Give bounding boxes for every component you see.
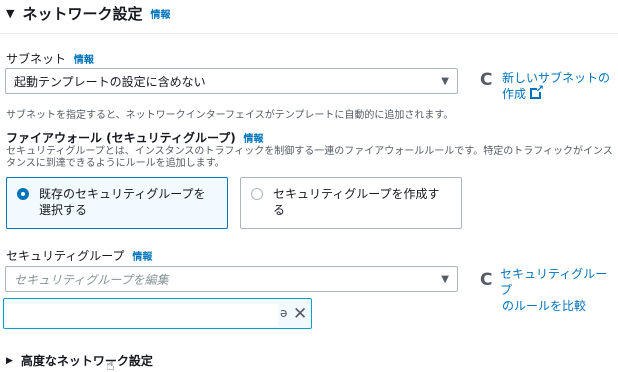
security-group-placeholder: セキュリティグループを編集 (14, 272, 169, 287)
subnet-select[interactable]: 起動テンプレートの設定に含めない ▼ (5, 68, 458, 94)
compare-rules-link[interactable]: セキュリティグループ のルールを比較 (500, 266, 616, 314)
subnet-label: サブネット (6, 52, 67, 66)
radio-unselected-icon[interactable] (251, 188, 263, 200)
compare-rules-link-line2[interactable]: のルールを比較 (500, 298, 616, 314)
firewall-description-line2: タンスに到達できるようにルールを追加します。 (6, 158, 225, 169)
option-create-label-line1: セキュリティグループを作成す (273, 187, 440, 201)
radio-selected-icon[interactable] (17, 188, 29, 200)
create-subnet-link-line1[interactable]: 新しいサブネットの (502, 70, 616, 86)
security-group-select[interactable]: セキュリティグループを編集 ▼ (5, 266, 458, 292)
compare-rules-link-line1[interactable]: セキュリティグループ (500, 266, 616, 298)
selected-security-group-token: ə ✕ (3, 298, 312, 329)
dropdown-arrow-icon: ▼ (441, 273, 449, 285)
create-subnet-link-line2-row[interactable]: 作成 (502, 82, 616, 102)
option-existing-label-line1: 既存のセキュリティグループを (39, 187, 206, 201)
token-remove-icon[interactable]: ✕ (293, 304, 307, 324)
security-group-label-row: セキュリティグループ 情報 (6, 247, 152, 264)
option-create-label-line2: る (273, 203, 286, 217)
token-label-fragment: ə (280, 306, 288, 320)
subnet-select-value: 起動テンプレートの設定に含めない (14, 74, 206, 89)
subnet-info-link[interactable]: 情報 (74, 55, 94, 66)
external-link-icon (530, 82, 544, 99)
firewall-label-row: ファイアウォール (セキュリティグループ) 情報 (6, 129, 264, 146)
security-group-refresh-icon[interactable]: C (480, 270, 492, 290)
subnet-label-row: サブネット 情報 (6, 50, 94, 67)
firewall-description-line1: セキュリティグループとは、インスタンスのトラフィックを制御する一連のファイアウォ… (6, 146, 613, 157)
option-existing-security-group[interactable]: 既存のセキュリティグループを 選択する (6, 177, 228, 229)
section-header[interactable]: ▼ ネットワーク設定 情報 (6, 2, 170, 24)
advanced-network-label[interactable]: 高度なネットワーク設定 (21, 352, 153, 369)
firewall-info-link[interactable]: 情報 (244, 134, 264, 145)
subnet-refresh-icon[interactable]: C (480, 70, 492, 90)
option-existing-label-line2: 選択する (39, 203, 88, 217)
section-divider (0, 33, 618, 34)
token-label-redacted (7, 304, 278, 326)
create-subnet-link-line2[interactable]: 作成 (502, 87, 526, 101)
section-title: ネットワーク設定 (22, 4, 143, 23)
option-create-security-group[interactable]: セキュリティグループを作成す る (240, 177, 462, 229)
security-group-info-link[interactable]: 情報 (132, 252, 152, 263)
expand-caret-icon[interactable]: ▶ (6, 356, 13, 366)
subnet-description: サブネットを指定すると、ネットワークインターフェイスがテンプレートに自動的に追加… (6, 110, 454, 121)
option-existing-label: 既存のセキュリティグループを 選択する (39, 186, 206, 220)
security-group-label: セキュリティグループ (6, 249, 125, 263)
collapse-caret-icon[interactable]: ▼ (6, 7, 14, 20)
option-create-label: セキュリティグループを作成す る (273, 186, 440, 220)
advanced-network-toggle[interactable]: ▶ 高度なネットワーク設定 (6, 352, 153, 369)
create-subnet-link[interactable]: 新しいサブネットの 作成 (502, 70, 616, 102)
section-info-link[interactable]: 情報 (150, 6, 170, 21)
firewall-label: ファイアウォール (セキュリティグループ) (6, 131, 236, 145)
firewall-description: セキュリティグループとは、インスタンスのトラフィックを制御する一連のファイアウォ… (6, 146, 618, 170)
dropdown-arrow-icon: ▼ (441, 75, 449, 87)
mouse-pointer-icon: ☝ (106, 358, 115, 372)
